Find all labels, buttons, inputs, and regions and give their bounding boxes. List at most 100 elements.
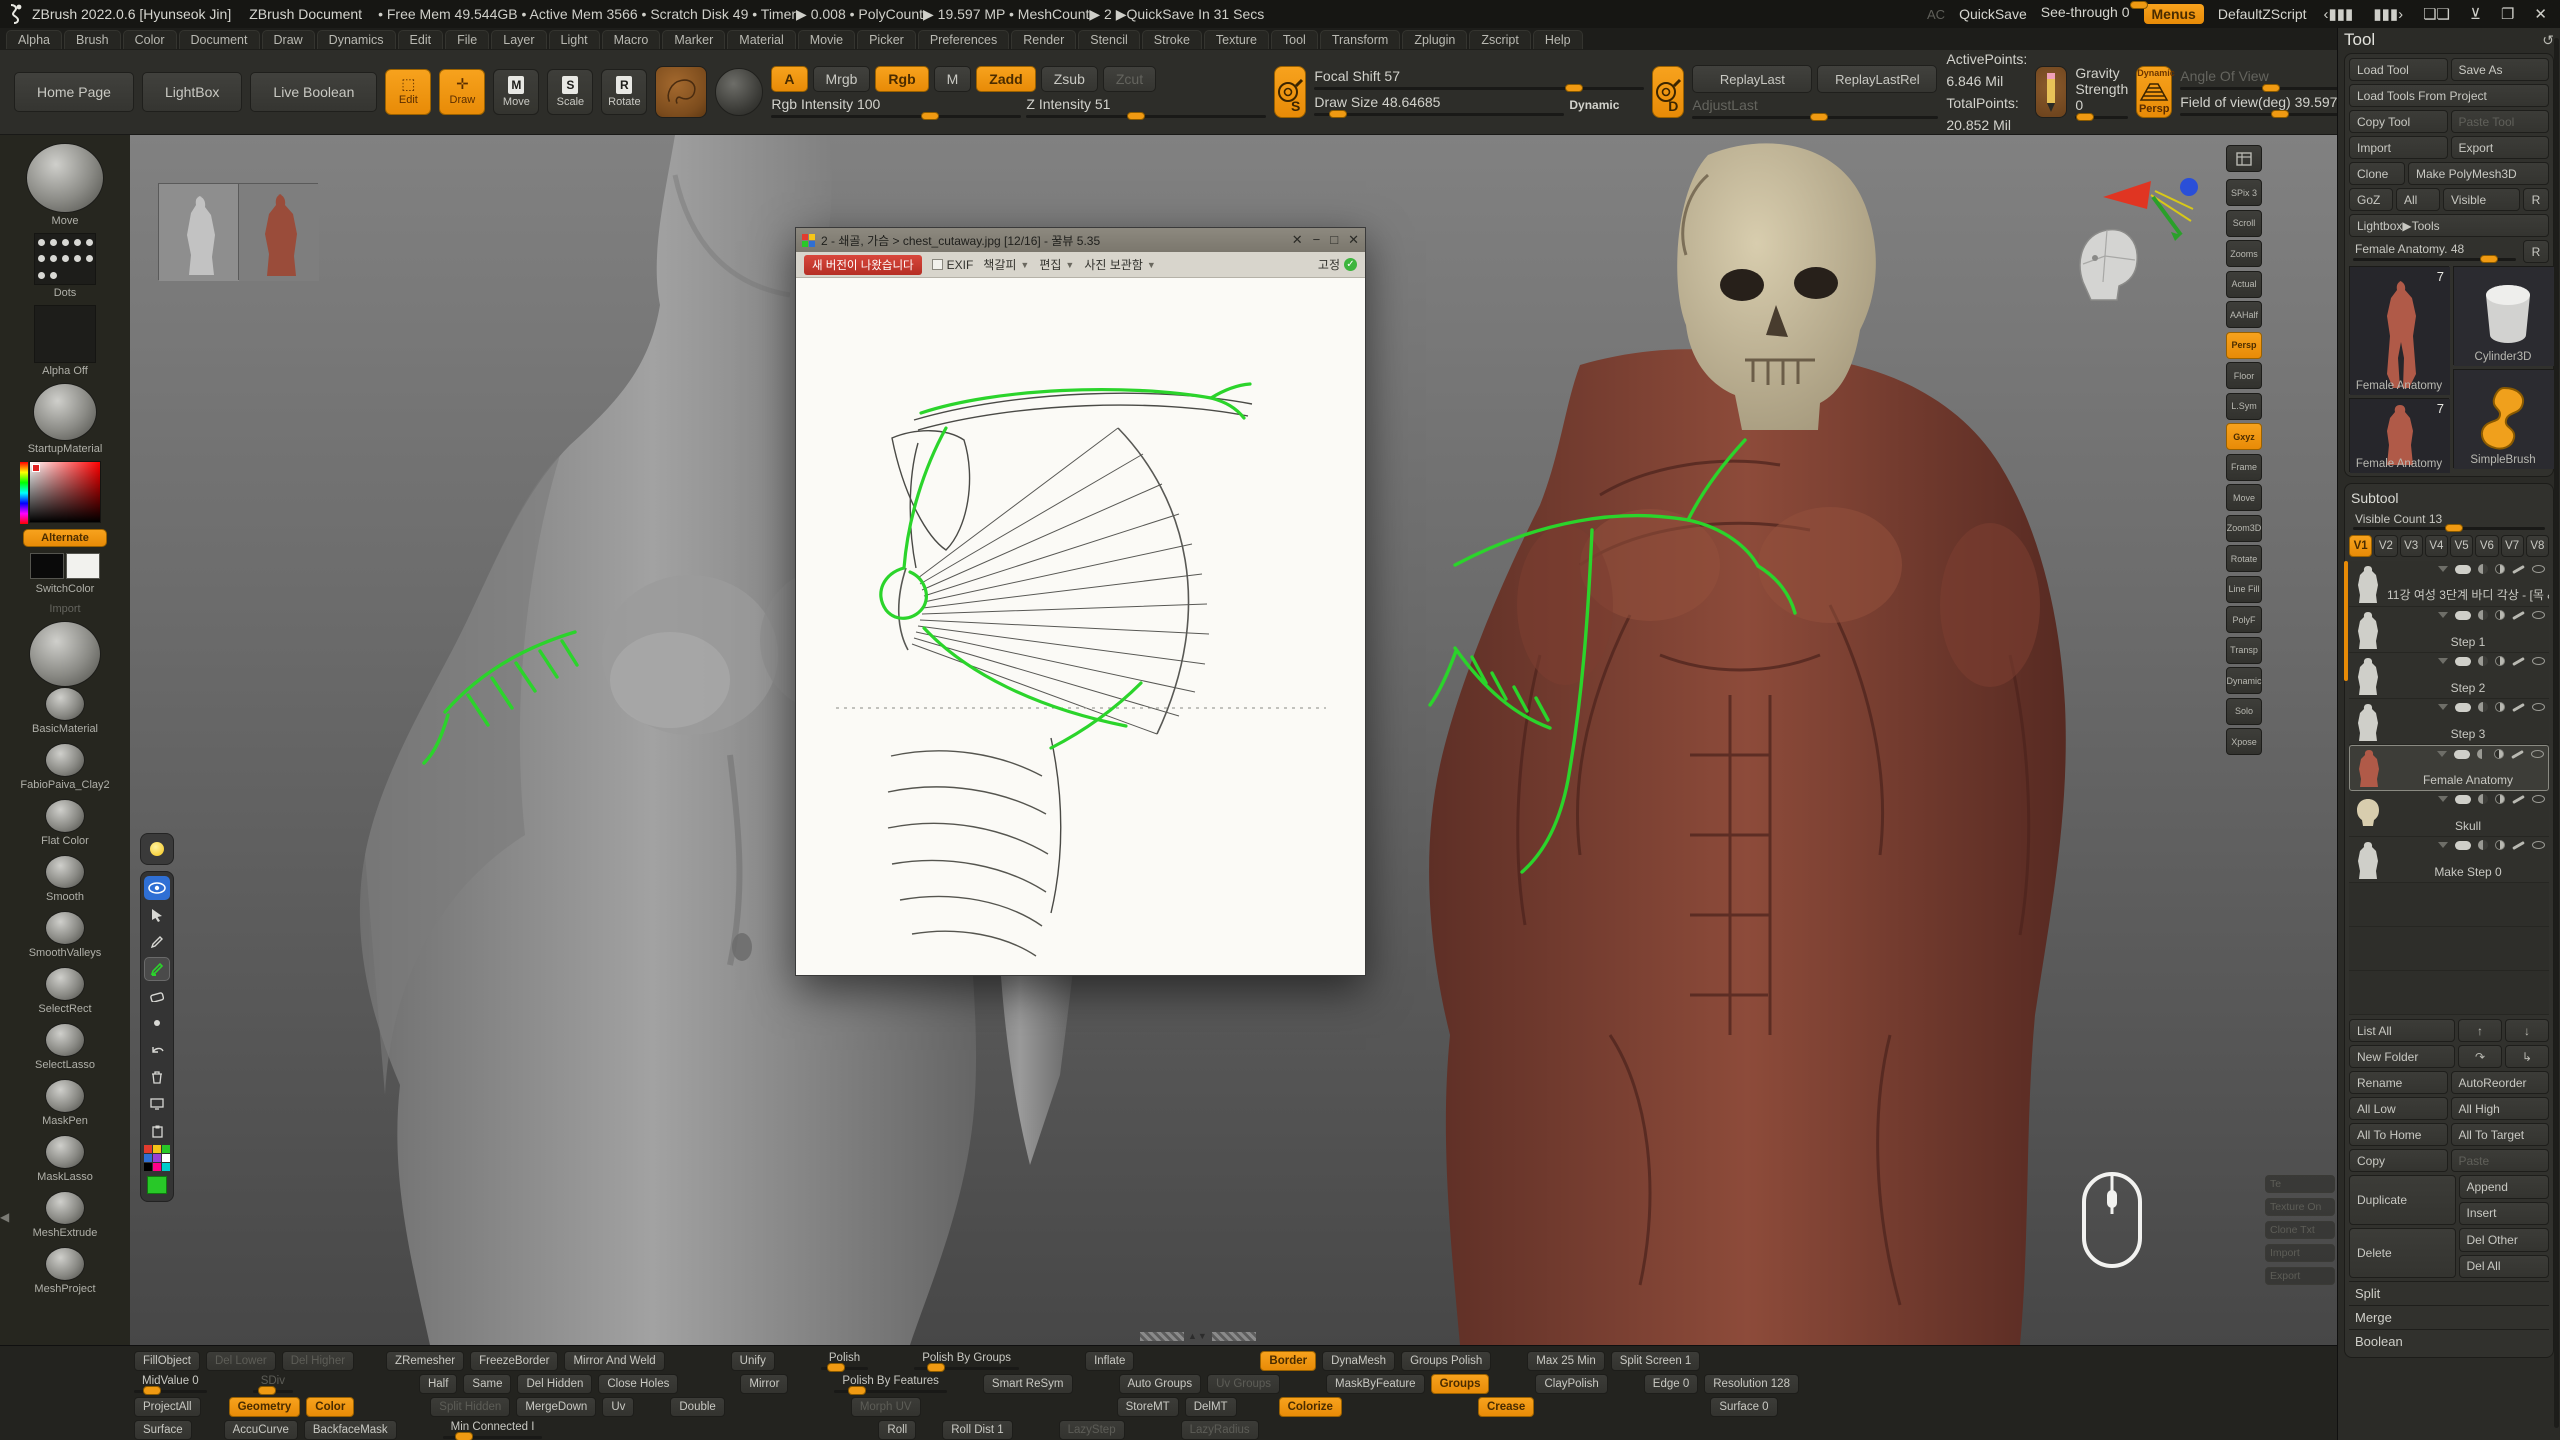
- visibility-set-button[interactable]: V5: [2450, 535, 2473, 557]
- mode-toggle-button[interactable]: A: [771, 66, 807, 92]
- z-intensity-slider[interactable]: Z Intensity 51: [1026, 96, 1266, 118]
- subtool-item[interactable]: Make Step 0: [2349, 837, 2549, 883]
- edit-button[interactable]: ⬚ Edit: [385, 69, 431, 115]
- shelf-button[interactable]: Same: [463, 1374, 511, 1394]
- menu-item[interactable]: Stroke: [1142, 30, 1202, 49]
- color-picker[interactable]: [29, 461, 101, 523]
- shelf-toggle-button[interactable]: Zooms: [2226, 240, 2262, 267]
- subtool-item[interactable]: Skull: [2349, 791, 2549, 837]
- persp-button[interactable]: Dynamic Persp: [2136, 66, 2172, 118]
- background-palette-button[interactable]: Export: [2265, 1267, 2335, 1285]
- draw-size-slider[interactable]: Draw Size 48.64685: [1314, 94, 1564, 116]
- replay-last-rel-button[interactable]: ReplayLastRel: [1817, 65, 1937, 93]
- refresh-icon[interactable]: ↺: [2542, 32, 2554, 49]
- mode-toggle-button[interactable]: Zadd: [976, 66, 1035, 92]
- shelf-button[interactable]: Roll Dist 1: [942, 1420, 1012, 1440]
- new-version-button[interactable]: 새 버전이 나왔습니다: [804, 255, 922, 275]
- shelf-toggle-button[interactable]: Persp: [2226, 332, 2262, 359]
- split-section-header[interactable]: Split: [2349, 1281, 2549, 1305]
- shelf-button[interactable]: Unify: [731, 1351, 775, 1371]
- duplicate-button[interactable]: Duplicate: [2349, 1175, 2456, 1225]
- flip-down-icon[interactable]: [2438, 796, 2448, 802]
- shelf-toggle-button[interactable]: SPix 3: [2226, 179, 2262, 206]
- displacement-icon[interactable]: [2495, 840, 2505, 850]
- shelf-toggle-button[interactable]: L.Sym: [2226, 393, 2262, 420]
- flip-down-icon[interactable]: [2438, 612, 2448, 618]
- polypaint-icon[interactable]: [2455, 611, 2471, 620]
- viewer-maximize-icon[interactable]: □: [1330, 232, 1338, 248]
- bulb-icon[interactable]: [140, 833, 174, 865]
- visible-count-slider[interactable]: Visible Count 13: [2349, 510, 2549, 532]
- load-tools-from-project-button[interactable]: Load Tools From Project: [2349, 84, 2549, 107]
- shelf-button[interactable]: Crease: [1478, 1397, 1534, 1417]
- menu-item[interactable]: Marker: [662, 30, 725, 49]
- current-stroke-preview[interactable]: [715, 68, 763, 116]
- panel-scrollbar[interactable]: [2554, 38, 2559, 1428]
- menu-item[interactable]: File: [445, 30, 489, 49]
- shelf-button[interactable]: Del Higher: [282, 1351, 354, 1371]
- tool-r-button[interactable]: R: [2523, 240, 2549, 263]
- flip-down-icon[interactable]: [2438, 658, 2448, 664]
- current-tool-thumbnail[interactable]: 7 Female Anatomy: [2349, 266, 2449, 394]
- background-palette-button[interactable]: Clone Txt: [2265, 1221, 2335, 1239]
- shelf-toggle-button[interactable]: Zoom3D: [2226, 515, 2262, 542]
- menu-item[interactable]: Render: [1011, 30, 1076, 49]
- shelf-button[interactable]: Half: [419, 1374, 457, 1394]
- menu-item[interactable]: Transform: [1320, 30, 1401, 49]
- shelf-button[interactable]: MergeDown: [516, 1397, 596, 1417]
- mode-toggle-button[interactable]: Zcut: [1103, 66, 1156, 92]
- shelf-button[interactable]: Polish: [821, 1351, 868, 1371]
- shelf-button[interactable]: Del Hidden: [517, 1374, 592, 1394]
- uv-icon[interactable]: [2478, 794, 2488, 804]
- brush-icon[interactable]: [2512, 702, 2525, 711]
- paste-tool-button[interactable]: Paste Tool: [2451, 110, 2550, 133]
- draw-button[interactable]: ✛ Draw: [439, 69, 485, 115]
- displacement-icon[interactable]: [2495, 794, 2505, 804]
- second-tool-thumbnail[interactable]: 7 Female Anatomy: [2349, 398, 2449, 472]
- shelf-button[interactable]: MaskByFeature: [1326, 1374, 1425, 1394]
- import-button[interactable]: Import: [2349, 136, 2448, 159]
- live-boolean-button[interactable]: Live Boolean: [250, 72, 377, 112]
- shelf-button[interactable]: DelMT: [1185, 1397, 1237, 1417]
- background-palette-button[interactable]: Import: [2265, 1244, 2335, 1262]
- menu-item[interactable]: Preferences: [918, 30, 1009, 49]
- shelf-button[interactable]: SDiv: [253, 1374, 293, 1394]
- shelf-toggle-button[interactable]: Scroll: [2226, 210, 2262, 237]
- insert-button[interactable]: Insert: [2459, 1202, 2550, 1226]
- merge-section-header[interactable]: Merge: [2349, 1305, 2549, 1329]
- viewer-close-icon[interactable]: ✕: [1348, 232, 1359, 248]
- eye-icon[interactable]: [2532, 565, 2545, 573]
- uv-icon[interactable]: [2478, 702, 2488, 712]
- eye-icon[interactable]: [2532, 795, 2545, 803]
- hue-strip[interactable]: [20, 462, 28, 524]
- menu-item[interactable]: Help: [1533, 30, 1583, 49]
- palette-item[interactable]: MeshProject: [34, 1247, 95, 1301]
- color-import-button[interactable]: Import: [49, 603, 80, 615]
- copy-subtool-button[interactable]: Copy: [2349, 1149, 2448, 1172]
- del-other-button[interactable]: Del Other: [2459, 1228, 2550, 1252]
- brush-icon[interactable]: [2512, 840, 2525, 849]
- menu-item[interactable]: Material: [727, 30, 795, 49]
- shelf-button[interactable]: Polish By Groups: [914, 1351, 1019, 1371]
- visibility-set-button[interactable]: V8: [2526, 535, 2549, 557]
- subtool-header[interactable]: Subtool: [2349, 488, 2549, 510]
- shelf-button[interactable]: Min Connected I: [443, 1420, 543, 1440]
- replay-last-button[interactable]: ReplayLast: [1692, 65, 1812, 93]
- uv-icon[interactable]: [2477, 749, 2487, 759]
- palette-item[interactable]: FabioPaiva_Clay2: [20, 743, 109, 797]
- shelf-button[interactable]: Groups Polish: [1401, 1351, 1491, 1371]
- shelf-button[interactable]: FreezeBorder: [470, 1351, 558, 1371]
- eye-icon[interactable]: [144, 876, 170, 900]
- bookmark-menu[interactable]: 책갈피▼: [983, 256, 1029, 273]
- palette-item[interactable]: SmoothValleys: [29, 911, 102, 965]
- uv-icon[interactable]: [2478, 840, 2488, 850]
- shelf-button[interactable]: Smart ReSym: [983, 1374, 1073, 1394]
- all-to-home-button[interactable]: All To Home: [2349, 1123, 2448, 1146]
- background-palette-button[interactable]: Te: [2265, 1175, 2335, 1193]
- all-high-button[interactable]: All High: [2451, 1097, 2550, 1120]
- shelf-button[interactable]: LazyRadius: [1181, 1420, 1259, 1440]
- menus-button[interactable]: Menus: [2144, 4, 2204, 24]
- shelf-toggle-button[interactable]: AAHalf: [2226, 301, 2262, 328]
- scale-button[interactable]: S Scale: [547, 69, 593, 115]
- menu-item[interactable]: Stencil: [1078, 30, 1140, 49]
